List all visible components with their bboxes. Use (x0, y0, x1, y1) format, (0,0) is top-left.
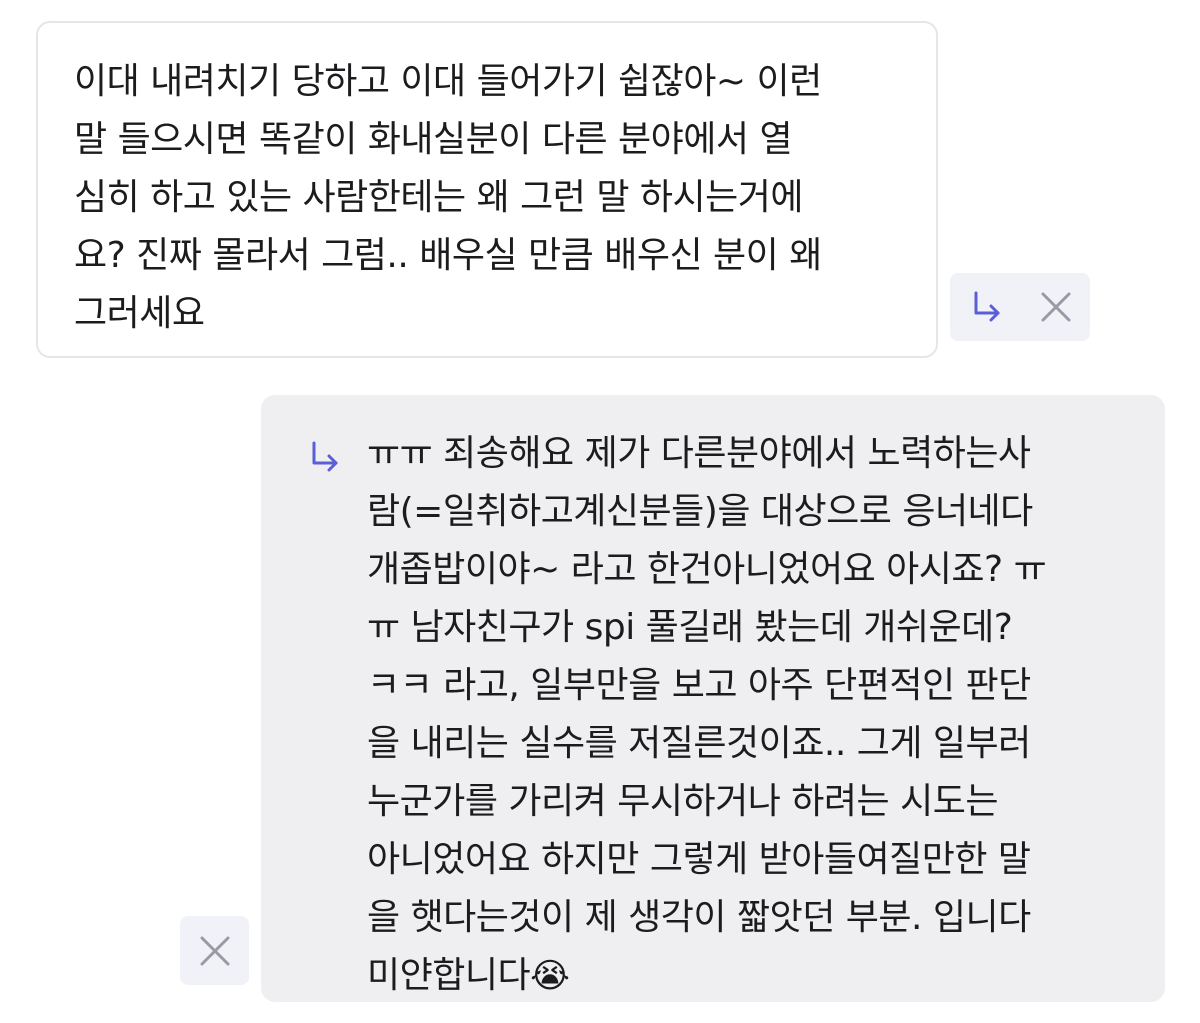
question-message-bubble: 이대 내려치기 당하고 이대 들어가기 쉽잖아~ 이런 말 들으시면 똑같이 화… (36, 21, 938, 358)
message-line: 람(=일취하고계신분들)을 대상으로 응너네다 (367, 491, 1033, 532)
message-line-last: 미얀합니다😭 (367, 947, 1046, 1005)
answer-message-bubble: ㅠㅠ 죄송해요 제가 다른분야에서 노력하는사 람(=일취하고계신분들)을 대상… (261, 395, 1165, 1002)
message-line: 아니었어요 하지만 그렇게 받아들여질만한 말 (367, 839, 1031, 880)
message-line: 을 내리는 실수를 저질른것이죠.. 그게 일부러 (367, 723, 1031, 764)
close-icon[interactable] (1036, 287, 1076, 327)
message-line: 요? 진짜 몰라서 그럼.. 배우실 만큼 배우신 분이 왜 (74, 235, 822, 276)
message-line: 그러세요 (74, 293, 205, 334)
reply-arrow-icon[interactable] (967, 287, 1007, 327)
message-line: 개좁밥이야~ 라고 한건아니었어요 아시죠? ㅠ (367, 549, 1047, 590)
message-line: ㅋㅋ 라고, 일부만을 보고 아주 단편적인 판단 (367, 665, 1031, 706)
answer-message-text: ㅠㅠ 죄송해요 제가 다른분야에서 노력하는사 람(=일취하고계신분들)을 대상… (367, 425, 1047, 1005)
answer-actions (180, 916, 249, 985)
message-line: 을 햇다는것이 제 생각이 짧앗던 부분. 입니다 (367, 897, 1031, 938)
message-line: 누군가를 가리켜 무시하거나 하려는 시도는 (367, 781, 998, 822)
message-line: 말 들으시면 똑같이 화내실분이 다른 분야에서 열 (74, 119, 793, 160)
question-message-text: 이대 내려치기 당하고 이대 들어가기 쉽잖아~ 이런 말 들으시면 똑같이 화… (74, 53, 822, 343)
crying-face-emoji: 😭 (530, 956, 570, 996)
message-line: 심히 하고 있는 사람한테는 왜 그런 말 하시는거에 (74, 177, 804, 218)
reply-arrow-icon (305, 437, 345, 477)
message-line-text: 미얀합니다 (367, 955, 531, 996)
message-line: ㅠㅠ 죄송해요 제가 다른분야에서 노력하는사 (367, 433, 1031, 474)
close-icon[interactable] (195, 931, 235, 971)
message-line: ㅠ 남자친구가 spi 풀길래 봤는데 개쉬운데? (367, 607, 1013, 648)
message-line: 이대 내려치기 당하고 이대 들어가기 쉽잖아~ 이런 (74, 61, 822, 102)
question-actions (950, 273, 1090, 341)
